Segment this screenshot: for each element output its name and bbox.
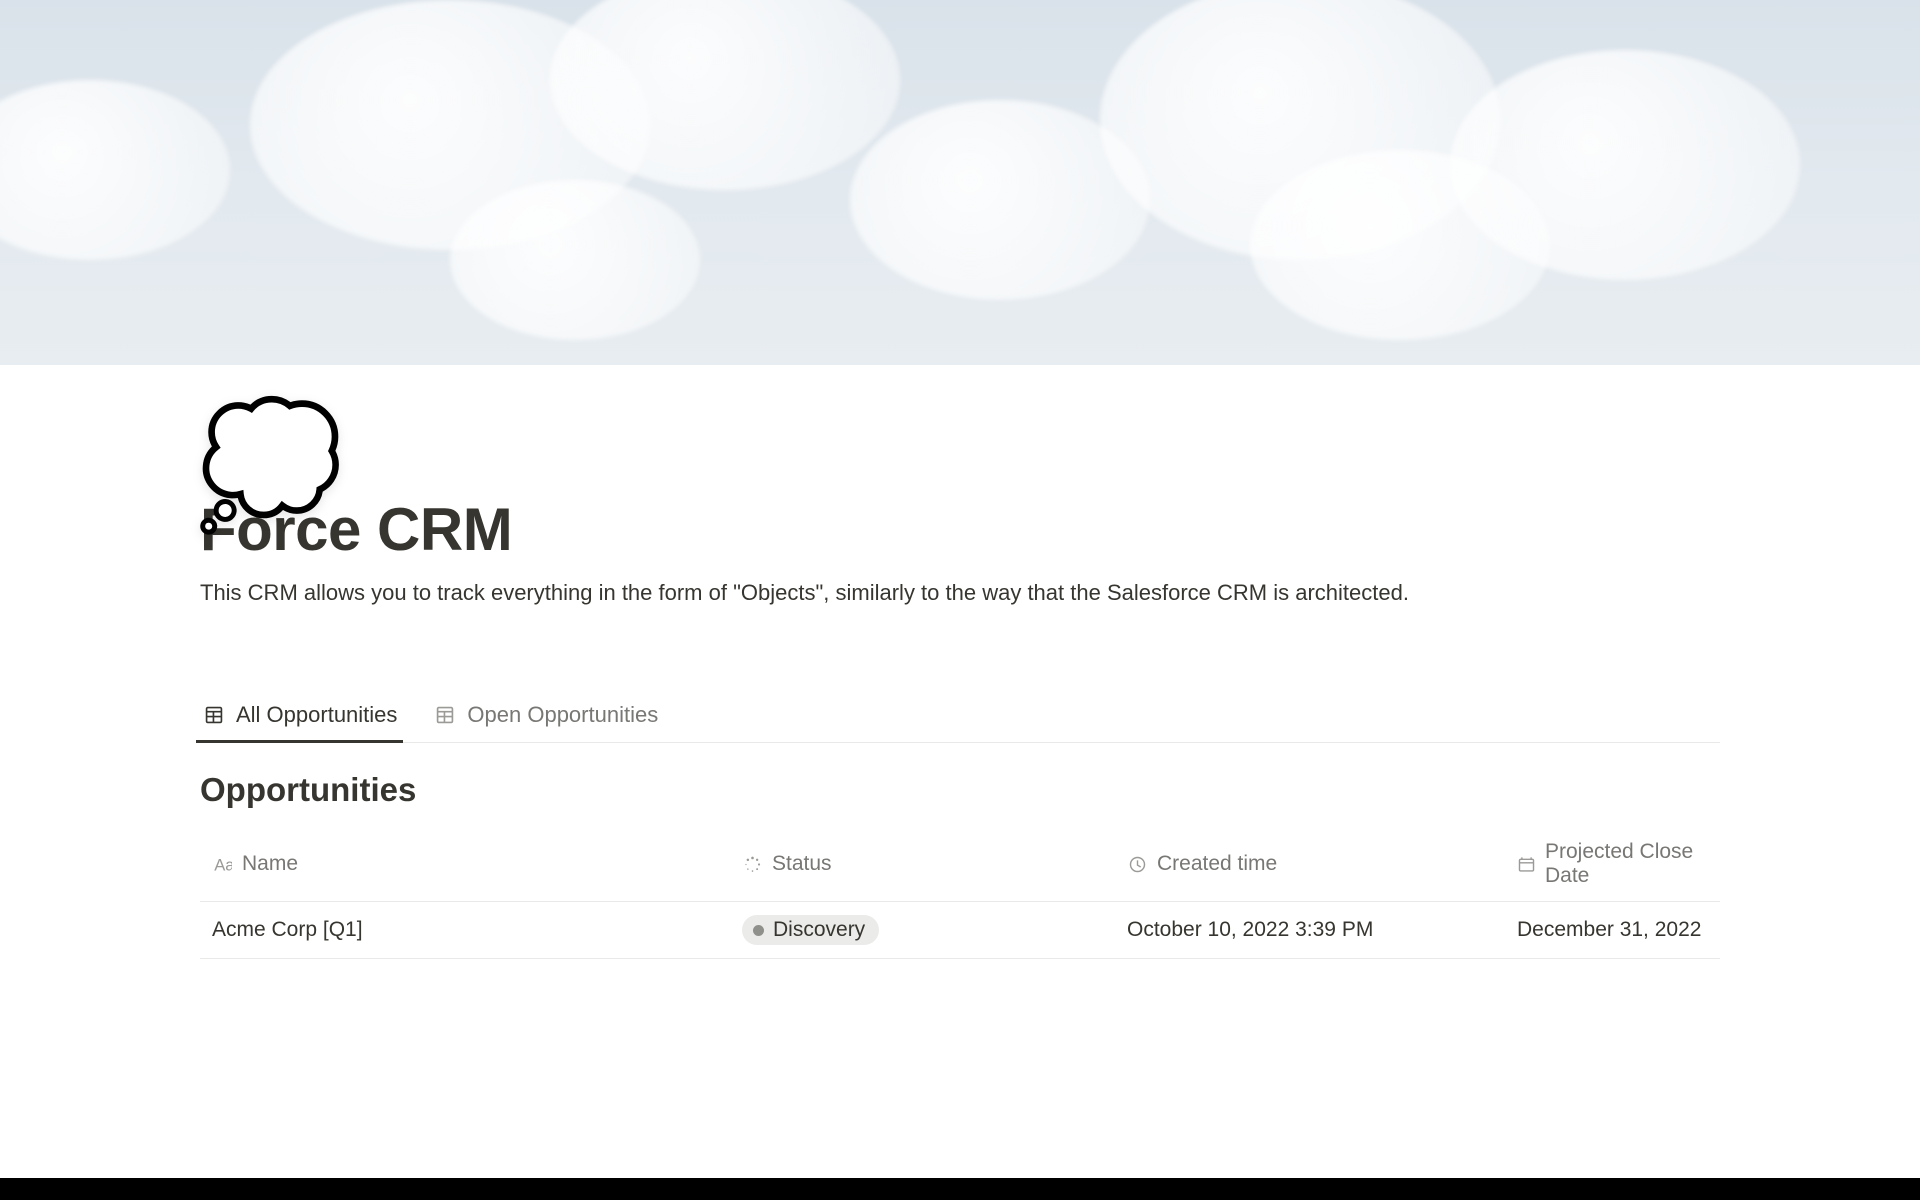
table-row[interactable]: Acme Corp [Q1] Discovery October 10, 202… — [200, 902, 1720, 959]
status-text: Discovery — [773, 918, 865, 942]
tab-label: All Opportunities — [236, 702, 397, 728]
status-property-icon — [742, 854, 763, 875]
tab-all-opportunities[interactable]: All Opportunities — [200, 692, 399, 742]
column-label: Created time — [1157, 852, 1277, 876]
clock-icon — [1127, 854, 1148, 875]
projected-date-text: December 31, 2022 — [1517, 918, 1701, 942]
page-title[interactable]: Force CRM — [200, 495, 1720, 564]
column-label: Status — [772, 852, 832, 876]
view-tabs: All Opportunities Open Opportunities — [200, 692, 1720, 743]
cell-projected-close-date[interactable]: December 31, 2022 — [1505, 905, 1720, 955]
cell-created-time[interactable]: October 10, 2022 3:39 PM — [1115, 905, 1505, 955]
tab-label: Open Opportunities — [467, 702, 658, 728]
tab-open-opportunities[interactable]: Open Opportunities — [431, 692, 660, 742]
table-icon — [433, 703, 457, 727]
svg-text:Aa: Aa — [214, 855, 232, 874]
opportunities-table: Aa Name Status Created time Pr — [200, 827, 1720, 959]
page-description[interactable]: This CRM allows you to track everything … — [200, 576, 1600, 610]
cell-status[interactable]: Discovery — [730, 902, 1115, 958]
column-label: Name — [242, 852, 298, 876]
calendar-icon — [1517, 854, 1536, 875]
column-header-status[interactable]: Status — [730, 827, 1115, 901]
created-time-text: October 10, 2022 3:39 PM — [1127, 918, 1373, 942]
column-header-created-time[interactable]: Created time — [1115, 827, 1505, 901]
column-label: Projected Close Date — [1545, 840, 1708, 888]
status-badge: Discovery — [742, 915, 879, 945]
table-icon — [202, 703, 226, 727]
title-property-icon: Aa — [212, 854, 233, 875]
table-header-row: Aa Name Status Created time Pr — [200, 827, 1720, 902]
cell-name[interactable]: Acme Corp [Q1] — [200, 905, 730, 955]
column-header-projected-close-date[interactable]: Projected Close Date — [1505, 827, 1720, 901]
bottom-bar — [0, 1178, 1920, 1200]
column-header-name[interactable]: Aa Name — [200, 827, 730, 901]
status-dot-icon — [753, 925, 764, 936]
page-icon[interactable]: 💭 — [195, 405, 344, 525]
page-cover[interactable] — [0, 0, 1920, 365]
row-name-text: Acme Corp [Q1] — [212, 918, 363, 942]
database-title[interactable]: Opportunities — [200, 771, 1720, 809]
